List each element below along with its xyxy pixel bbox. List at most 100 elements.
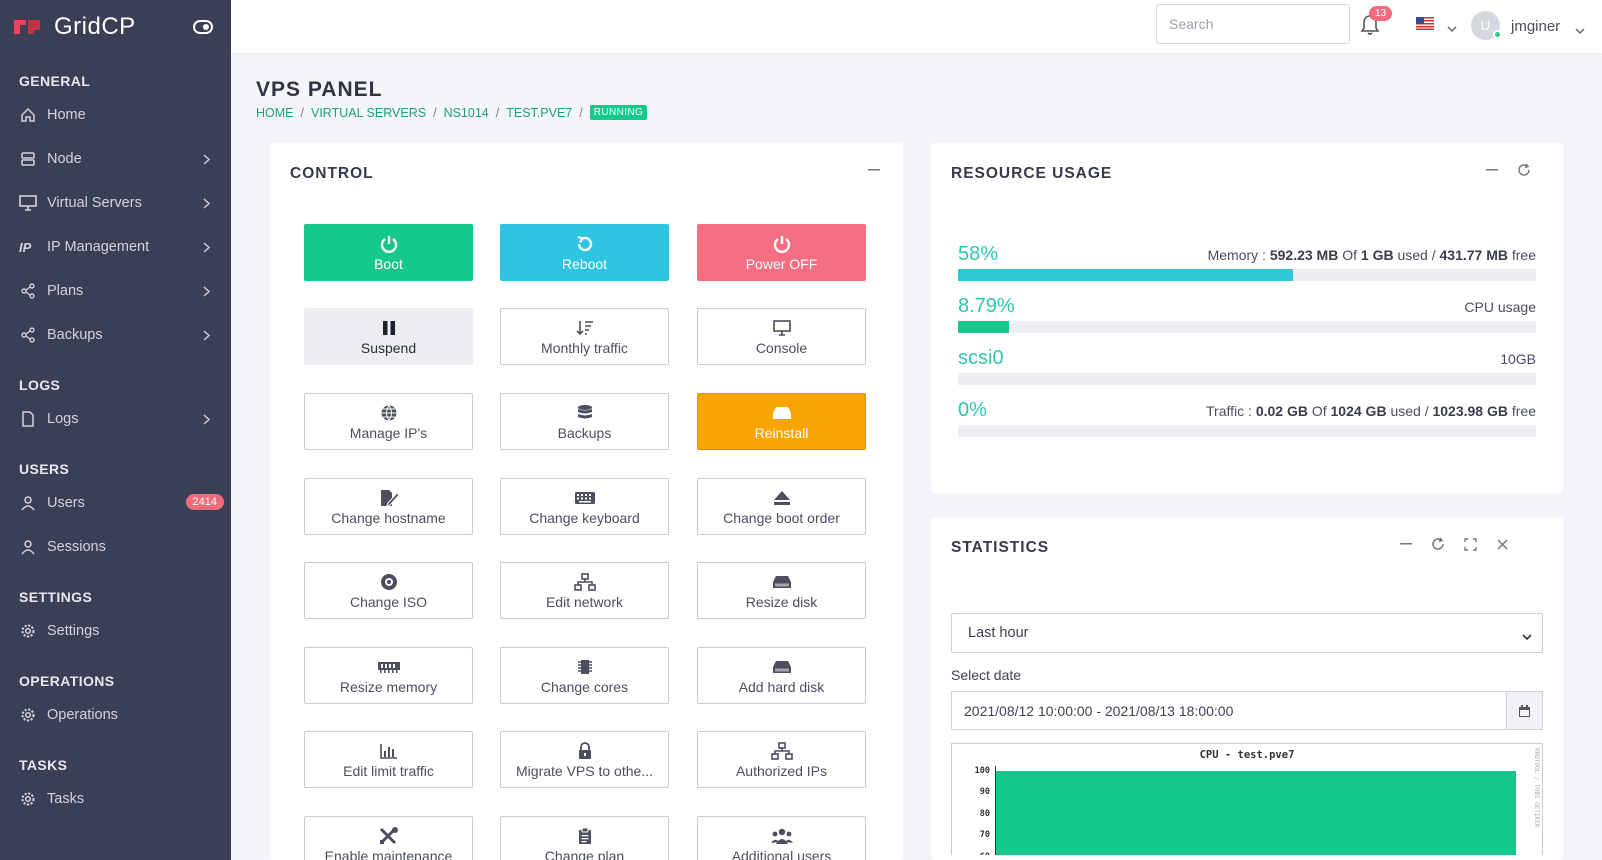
sidebar-item-users[interactable]: Users 2414 bbox=[0, 481, 231, 525]
close-icon[interactable] bbox=[1493, 535, 1511, 553]
sidebar-item-sessions[interactable]: Sessions bbox=[0, 525, 231, 569]
breadcrumb-home[interactable]: HOME bbox=[256, 106, 294, 120]
us-flag-icon[interactable] bbox=[1416, 17, 1434, 30]
console-button[interactable]: Console bbox=[697, 308, 866, 365]
sidebar-item-node[interactable]: Node bbox=[0, 137, 231, 181]
chart-y-tick: 70 bbox=[979, 830, 990, 841]
resource-progress-bar bbox=[958, 269, 1536, 281]
chart-area-fill bbox=[996, 771, 1516, 855]
nav-section-tasks: TASKS bbox=[19, 757, 68, 773]
chevron-down-icon[interactable] bbox=[1575, 22, 1585, 35]
chart-y-tick: 100 bbox=[974, 766, 990, 776]
edit-icon bbox=[379, 488, 399, 508]
change-keyboard-button[interactable]: Change keyboard bbox=[500, 478, 669, 535]
breadcrumb-virtual-servers[interactable]: VIRTUAL SERVERS bbox=[311, 106, 426, 120]
file-icon bbox=[19, 410, 37, 428]
breadcrumb-separator: / bbox=[579, 105, 583, 120]
expand-icon[interactable] bbox=[1461, 535, 1479, 553]
resource-text: Memory : bbox=[1207, 247, 1270, 263]
reinstall-button[interactable]: Reinstall bbox=[697, 393, 866, 450]
chevron-down-icon[interactable] bbox=[1447, 20, 1457, 33]
button-label: Resize disk bbox=[745, 593, 818, 610]
network-icon bbox=[770, 741, 793, 761]
resize-disk-button[interactable]: Resize disk bbox=[697, 562, 866, 619]
sidebar-item-logs[interactable]: Logs bbox=[0, 397, 231, 441]
resource-text: Traffic : bbox=[1206, 403, 1256, 419]
manage-ip-s-button[interactable]: Manage IP's bbox=[304, 393, 473, 450]
sidebar-item-home[interactable]: Home bbox=[0, 93, 231, 137]
reboot-button[interactable]: Reboot bbox=[500, 224, 669, 281]
sidebar-item-settings[interactable]: Settings bbox=[0, 609, 231, 653]
button-label: Resize memory bbox=[339, 678, 438, 695]
calendar-icon[interactable] bbox=[1506, 691, 1543, 730]
monthly-traffic-button[interactable]: Monthly traffic bbox=[500, 308, 669, 365]
sidebar-item-tasks[interactable]: Tasks bbox=[0, 777, 231, 821]
enable-maintenance-button[interactable]: Enable maintenance bbox=[304, 816, 473, 860]
resource-percentage: 58% bbox=[958, 243, 999, 265]
button-label: Edit limit traffic bbox=[343, 762, 434, 779]
button-label: Change plan bbox=[544, 847, 625, 860]
change-boot-order-button[interactable]: Change boot order bbox=[697, 478, 866, 535]
chart-title: CPU - test.pve7 bbox=[1199, 749, 1295, 761]
change-plan-button[interactable]: Change plan bbox=[500, 816, 669, 860]
sidebar-item-operations[interactable]: Operations bbox=[0, 693, 231, 737]
sidebar-item-ip-management[interactable]: IP IP Management bbox=[0, 225, 231, 269]
date-label: Select date bbox=[951, 667, 1022, 683]
suspend-button[interactable]: Suspend bbox=[304, 308, 473, 365]
boot-button[interactable]: Boot bbox=[304, 224, 473, 281]
change-hostname-button[interactable]: Change hostname bbox=[304, 478, 473, 535]
resource-usage-card: RESOURCE USAGE 58% Memory : 592.23 MB Of … bbox=[931, 143, 1563, 493]
button-label: Change keyboard bbox=[529, 509, 640, 526]
migrate-vps-to-othe-button[interactable]: Migrate VPS to othe... bbox=[500, 731, 669, 788]
breadcrumb-separator: / bbox=[495, 105, 500, 120]
button-label: Change hostname bbox=[331, 509, 446, 526]
sidebar-toggle-icon[interactable] bbox=[193, 17, 213, 37]
backups-button[interactable]: Backups bbox=[500, 393, 669, 450]
chevron-right-icon bbox=[203, 195, 213, 211]
breadcrumb-server[interactable]: TEST.PVE7 bbox=[506, 106, 572, 120]
change-cores-button[interactable]: Change cores bbox=[500, 647, 669, 704]
date-range-input[interactable]: 2021/08/12 10:00:00 - 2021/08/13 18:00:0… bbox=[951, 691, 1506, 730]
authorized-ips-button[interactable]: Authorized IPs bbox=[697, 731, 866, 788]
nav-section-settings: SETTINGS bbox=[19, 589, 93, 605]
chart-y-tick: 80 bbox=[979, 808, 990, 819]
power-off-button[interactable]: Power OFF bbox=[697, 224, 866, 281]
button-label: Manage IP's bbox=[349, 424, 428, 441]
period-select[interactable]: Last hour bbox=[951, 613, 1543, 653]
minimize-icon[interactable] bbox=[1483, 161, 1501, 179]
edit-network-button[interactable]: Edit network bbox=[500, 562, 669, 619]
online-status-dot bbox=[1493, 30, 1502, 39]
sidebar-item-label: Operations bbox=[47, 707, 118, 723]
change-iso-button[interactable]: Change ISO bbox=[304, 562, 473, 619]
statistics-card: STATISTICS Last hour Select date 2021/08… bbox=[931, 517, 1563, 860]
additional-users-button[interactable]: Additional users bbox=[697, 816, 866, 860]
monitor-icon bbox=[19, 194, 37, 212]
sidebar-item-virtual-servers[interactable]: Virtual Servers bbox=[0, 181, 231, 225]
username[interactable]: jmginer bbox=[1511, 18, 1560, 35]
share-icon bbox=[19, 326, 37, 344]
search-input[interactable] bbox=[1156, 4, 1350, 44]
minimize-icon[interactable] bbox=[865, 161, 883, 179]
breadcrumb-node[interactable]: NS1014 bbox=[444, 106, 489, 120]
edit-limit-traffic-button[interactable]: Edit limit traffic bbox=[304, 731, 473, 788]
minimize-icon[interactable] bbox=[1397, 535, 1415, 553]
resource-text: CPU usage bbox=[1464, 299, 1536, 315]
sidebar-item-plans[interactable]: Plans bbox=[0, 269, 231, 313]
notification-badge: 13 bbox=[1369, 6, 1393, 21]
resize-memory-button[interactable]: Resize memory bbox=[304, 647, 473, 704]
period-select-value: Last hour bbox=[968, 625, 1029, 641]
refresh-icon[interactable] bbox=[1429, 535, 1447, 553]
refresh-icon[interactable] bbox=[1515, 161, 1533, 179]
globe-icon bbox=[380, 403, 398, 423]
statistics-title: STATISTICS bbox=[951, 539, 1050, 556]
brand: GridCP bbox=[0, 0, 231, 53]
chevron-right-icon bbox=[203, 411, 213, 427]
resource-value: 1 GB bbox=[1360, 247, 1394, 263]
add-hard-disk-button[interactable]: Add hard disk bbox=[697, 647, 866, 704]
resource-text: used / bbox=[1393, 247, 1440, 263]
clipboard-icon bbox=[578, 826, 592, 846]
statistics-tools bbox=[1397, 535, 1511, 553]
app-name: GridCP bbox=[54, 12, 136, 40]
sidebar-item-backups[interactable]: Backups bbox=[0, 313, 231, 357]
memory-icon bbox=[377, 657, 401, 677]
